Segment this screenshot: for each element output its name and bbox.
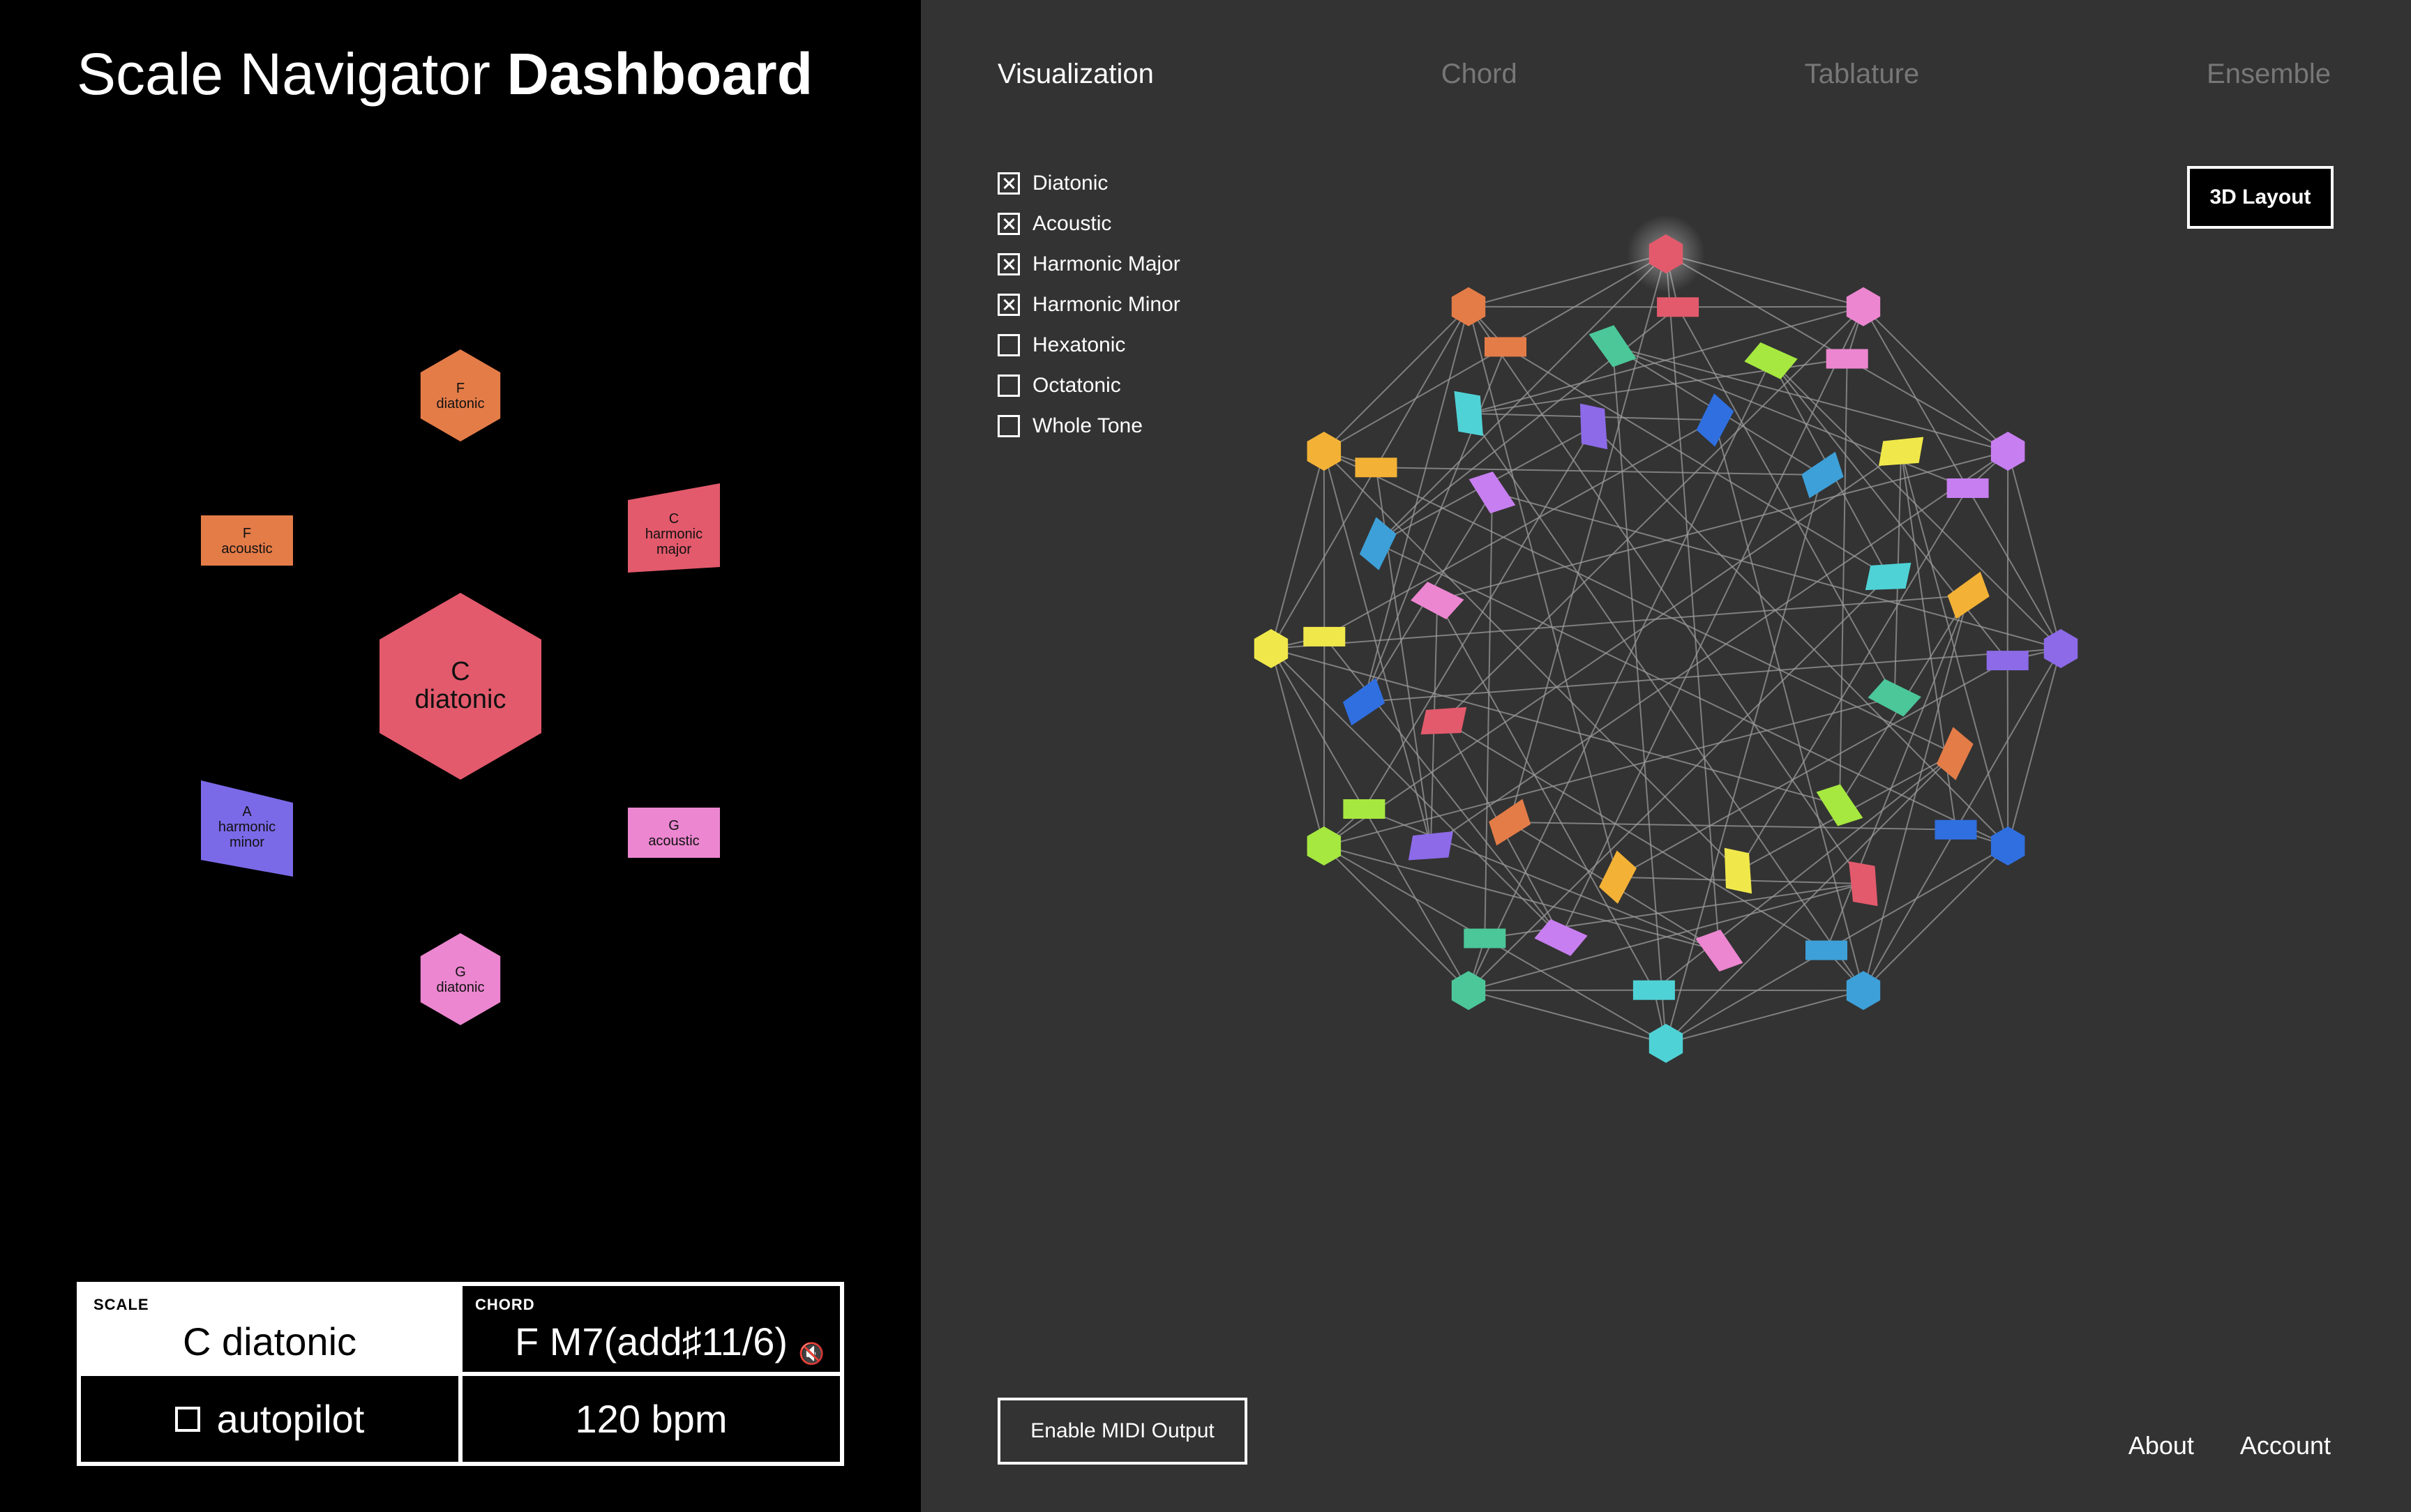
chord-cell[interactable]: CHORD F M7(add♯11/6) 🔇 [460,1284,842,1374]
network-edge [1863,306,2008,452]
acoustic-scale-node[interactable] [1343,799,1385,819]
harmonic-minor-scale-node[interactable] [1339,678,1388,726]
network-edge [1323,845,1485,939]
harmonic-major-scale-node[interactable] [1816,781,1863,829]
scale-cell: SCALE C diatonic [79,1284,460,1374]
network-edge [1323,636,1562,938]
acoustic-scale-node[interactable] [1946,478,1989,498]
harmonic-major-scale-node[interactable] [1798,451,1847,499]
scale-node-label: harmonic [645,527,703,542]
acoustic-scale-node[interactable] [1355,458,1397,478]
diatonic-scale-node[interactable] [1307,432,1342,471]
network-edge [1839,358,1848,806]
scale-node-label: diatonic [437,396,485,411]
left-panel: Scale Navigator Dashboard Cdiatonic Fdiat… [0,0,921,1512]
chord-value: F M7(add♯11/6) [514,1320,788,1363]
info-grid: SCALE C diatonic CHORD F M7(add♯11/6) 🔇 … [77,1282,844,1466]
diatonic-scale-node[interactable] [1846,287,1881,326]
network-edge [1612,345,2008,452]
scale-network-visualization [1254,215,2078,1063]
network-edge [1653,753,1955,991]
scale-node-label: diatonic [437,980,485,995]
network-edge [1376,467,1823,476]
scale-value: C diatonic [182,1320,357,1363]
network-edge [1509,822,1956,831]
network-edge [1678,305,1864,308]
acoustic-scale-node[interactable] [1464,928,1506,948]
scale-node-label: F [243,526,251,541]
scale-node-label: acoustic [648,833,699,849]
scale-node-label: G [668,818,679,833]
diatonic-scale-node[interactable] [2043,629,2078,668]
harmonic-major-scale-node[interactable] [1485,799,1533,846]
diatonic-scale-node[interactable] [1990,826,2025,865]
tempo-value: 120 bpm [575,1397,728,1441]
account-link[interactable]: Account [2240,1431,2331,1460]
scale-node-label: harmonic [218,819,276,835]
neighbor-scale-graph: CdiatonicFdiatonicFacousticCharmonicmajo… [201,349,720,1025]
network-edge [1323,845,1469,991]
scale-node-label: acoustic [221,541,272,557]
acoustic-scale-node[interactable] [1805,940,1847,960]
center-scale-note: C [451,657,470,686]
harmonic-minor-scale-node[interactable] [1695,926,1743,975]
acoustic-scale-node[interactable] [1826,349,1868,369]
scale-node-label: C [669,511,679,527]
acoustic-scale-node[interactable] [1485,337,1526,357]
harmonic-minor-scale-node[interactable] [1944,571,1992,619]
autopilot-checkbox[interactable] [174,1406,200,1432]
network-edge [1323,451,1325,637]
diatonic-scale-node[interactable] [1307,826,1342,865]
network-nodes [1254,215,2078,1063]
network-edge [1468,989,1654,992]
autopilot-label: autopilot [216,1397,365,1441]
acoustic-scale-node[interactable] [1303,626,1346,647]
network-edge [1484,492,1493,939]
network-edge [1770,359,2008,661]
scale-node-label: A [242,804,252,819]
network-edge [1323,451,1739,872]
network-edge [1847,358,2008,452]
network-edge [1967,487,2061,649]
acoustic-scale-node[interactable] [1632,980,1675,1000]
network-edge [1468,305,1678,308]
network-edge [1270,451,1325,649]
scale-node-label: major [656,542,691,557]
network-edge [1376,306,1678,545]
center-scale-type: diatonic [415,685,506,714]
app-root: Scale Navigator Dashboard Cdiatonic Fdiat… [0,0,2411,1512]
enable-midi-button[interactable]: Enable MIDI Output [998,1398,1247,1465]
acoustic-scale-node[interactable] [1986,651,2029,671]
network-edge [1863,845,2008,991]
footer-links: About Account [2128,1431,2331,1460]
network-edges [1270,253,2061,1044]
network-edge [1270,648,1365,810]
network-edge [1323,306,1469,452]
network-edge [1375,306,1469,468]
harmonic-minor-scale-node[interactable] [1588,322,1637,370]
diatonic-scale-node[interactable] [1451,971,1486,1011]
network-edge [1468,575,1889,991]
harmonic-major-scale-node[interactable] [1469,468,1516,516]
speaker-mute-icon[interactable]: 🔇 [799,1342,825,1366]
network-edge [1665,990,1864,1044]
network-edge [1593,425,2008,847]
scale-node-label: F [456,381,465,396]
diatonic-scale-node[interactable] [1648,1024,1683,1063]
acoustic-scale-node[interactable] [1935,819,1977,840]
about-link[interactable]: About [2128,1431,2194,1460]
autopilot-toggle[interactable]: autopilot [79,1374,460,1464]
tempo-cell[interactable]: 120 bpm [460,1374,842,1464]
scale-node-label: minor [230,835,264,850]
network-edge [2007,648,2061,847]
network-edge [1665,949,1827,1044]
network-edge [2007,451,2061,649]
diatonic-scale-node[interactable] [1254,629,1289,668]
network-edge [1443,306,1864,722]
network-edge [1270,648,1325,847]
network-edge [1863,829,1957,991]
diatonic-scale-node[interactable] [1990,432,2025,471]
acoustic-scale-node[interactable] [1657,297,1699,317]
scale-node-label: G [455,965,466,980]
